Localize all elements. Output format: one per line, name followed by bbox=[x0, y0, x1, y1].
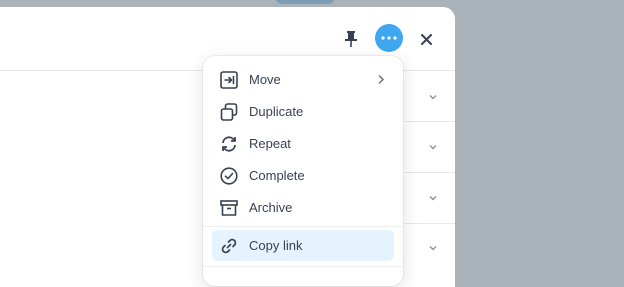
row-divider bbox=[404, 121, 455, 122]
chevron-right-icon bbox=[378, 74, 385, 85]
chevron-down-icon[interactable] bbox=[428, 243, 438, 253]
row-divider bbox=[404, 172, 455, 173]
close-button[interactable] bbox=[416, 29, 436, 49]
pin-button[interactable] bbox=[341, 29, 361, 49]
chevron-down-icon[interactable] bbox=[428, 142, 438, 152]
menu-divider bbox=[203, 266, 403, 267]
menu-item-complete[interactable]: Complete bbox=[212, 160, 394, 191]
pin-icon bbox=[345, 31, 357, 47]
menu-item-label: Repeat bbox=[249, 136, 291, 151]
menu-item-archive[interactable]: Archive bbox=[212, 192, 394, 223]
duplicate-icon bbox=[219, 102, 239, 122]
move-icon bbox=[219, 70, 239, 90]
menu-item-move[interactable]: Move bbox=[212, 64, 394, 95]
archive-icon bbox=[219, 198, 239, 218]
more-options-menu: Move Duplicate Repeat Complete Archive C… bbox=[203, 56, 403, 286]
menu-item-label: Complete bbox=[249, 168, 305, 183]
link-icon bbox=[219, 236, 239, 256]
complete-icon bbox=[219, 166, 239, 186]
menu-item-label: Copy link bbox=[249, 238, 303, 253]
menu-item-repeat[interactable]: Repeat bbox=[212, 128, 394, 159]
menu-item-label: Move bbox=[249, 72, 281, 87]
background-pill bbox=[274, 0, 336, 4]
menu-divider bbox=[203, 226, 403, 227]
repeat-icon bbox=[219, 134, 239, 154]
menu-item-label: Archive bbox=[249, 200, 293, 215]
chevron-down-icon[interactable] bbox=[428, 92, 438, 102]
more-horizontal-icon bbox=[381, 36, 397, 40]
menu-item-duplicate[interactable]: Duplicate bbox=[212, 96, 394, 127]
close-icon bbox=[420, 33, 432, 45]
more-options-button[interactable] bbox=[375, 24, 403, 52]
menu-item-copy-link[interactable]: Copy link bbox=[212, 230, 394, 261]
menu-item-label: Duplicate bbox=[249, 104, 304, 119]
row-divider bbox=[404, 223, 455, 224]
chevron-down-icon[interactable] bbox=[428, 193, 438, 203]
